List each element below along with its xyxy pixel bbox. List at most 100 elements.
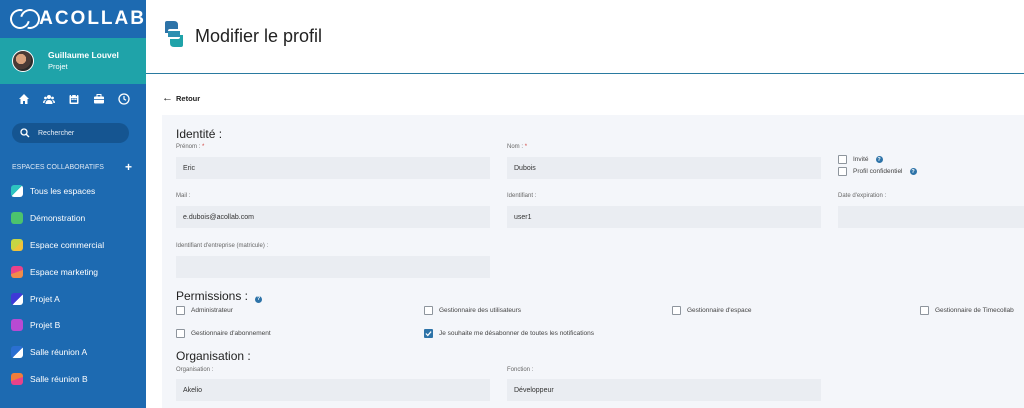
arrow-left-icon: ← [162, 92, 173, 104]
briefcase-icon[interactable] [92, 92, 105, 105]
expiration-field[interactable] [838, 206, 1024, 228]
confidential-label: Profil confidentiel [853, 168, 903, 175]
identifier-label: Identifiant : [507, 193, 537, 199]
function-field[interactable]: Développeur [507, 379, 821, 401]
search-placeholder: Rechercher [38, 129, 75, 137]
identity-section-title: Identité : [176, 127, 223, 141]
mail-field[interactable]: e.dubois@acollab.com [176, 206, 490, 228]
sidebar: ACOLLAB Guillaume Louvel Projet Recherch… [0, 0, 146, 408]
perm-label: Gestionnaire de Timecollab [935, 307, 1014, 314]
users-icon[interactable] [42, 92, 55, 105]
space-icon [11, 185, 23, 198]
brand-name: ACOLLAB [39, 8, 146, 29]
perm-admin-checkbox[interactable]: Administrateur [176, 306, 233, 315]
space-label: Projet A [30, 293, 60, 304]
perm-subscription-checkbox[interactable]: Gestionnaire d'abonnement [176, 329, 271, 338]
perm-label: Je souhaite me désabonner de toutes les … [439, 330, 595, 337]
permissions-section: Permissions :? [176, 289, 263, 303]
calendar-icon[interactable] [67, 92, 80, 105]
checkbox-box[interactable] [176, 306, 185, 315]
avatar [12, 50, 34, 72]
app-logo[interactable]: ACOLLAB [0, 0, 146, 38]
checkbox-box[interactable] [424, 306, 433, 315]
perm-user-manager-checkbox[interactable]: Gestionnaire des utilisateurs [424, 306, 521, 315]
organisation-field[interactable]: Akelio [176, 379, 490, 401]
space-icon [11, 346, 23, 359]
mail-label: Mail : [176, 193, 191, 199]
logo-icon [6, 5, 44, 33]
user-role: Projet [48, 62, 68, 71]
home-icon[interactable] [17, 92, 30, 105]
quick-nav [17, 92, 130, 105]
user-name: Guillaume Louvel [48, 50, 119, 60]
space-icon [11, 319, 23, 332]
back-label: Retour [176, 93, 201, 103]
add-space-button[interactable]: + [125, 160, 132, 174]
organisation-label: Organisation : [176, 367, 214, 373]
checkbox-box[interactable] [672, 306, 681, 315]
company-id-field[interactable] [176, 256, 490, 278]
help-icon[interactable]: ? [875, 156, 883, 163]
perm-label: Gestionnaire d'espace [687, 307, 752, 314]
perm-timecollab-checkbox[interactable]: Gestionnaire de Timecollab [920, 306, 1014, 315]
space-label: Espace commercial [30, 239, 105, 250]
last-name-label: Nom : * [507, 144, 528, 150]
confidential-checkbox[interactable]: Profil confidentiel? [838, 167, 917, 176]
space-item[interactable]: Espace commercial [11, 232, 104, 259]
unsubscribe-notifications-checkbox[interactable]: Je souhaite me désabonner de toutes les … [424, 329, 594, 338]
space-list: Tous les espaces Démonstration Espace co… [11, 178, 104, 392]
permissions-title: Permissions : [176, 289, 249, 303]
check-icon [425, 331, 432, 337]
checkbox-box-checked[interactable] [424, 329, 433, 338]
first-name-field[interactable]: Eric [176, 157, 490, 179]
space-item[interactable]: Salle réunion A [11, 339, 104, 366]
checkbox-box[interactable] [838, 155, 847, 164]
perm-label: Administrateur [191, 307, 233, 314]
last-name-field[interactable]: Dubois [507, 157, 821, 179]
company-id-label: Identifiant d'entreprise (matricule) : [176, 243, 269, 249]
search-input[interactable]: Rechercher [12, 123, 129, 143]
search-icon [20, 128, 30, 138]
space-label: Salle réunion B [30, 373, 88, 384]
space-icon [11, 212, 23, 225]
help-icon[interactable]: ? [255, 295, 263, 303]
checkbox-box[interactable] [920, 306, 929, 315]
space-item[interactable]: Espace marketing [11, 258, 104, 285]
page-header: Modifier le profil [146, 0, 1024, 74]
clock-icon[interactable] [117, 92, 130, 105]
space-item[interactable]: Démonstration [11, 205, 104, 232]
first-name-label: Prénom : * [176, 144, 205, 150]
identifier-field[interactable]: user1 [507, 206, 821, 228]
spaces-heading: ESPACES COLLABORATIFS [12, 163, 104, 171]
app-logo-icon [162, 21, 186, 52]
organisation-section-title: Organisation : [176, 349, 251, 363]
space-label: Tous les espaces [30, 186, 96, 197]
space-label: Salle réunion A [30, 347, 88, 358]
perm-label: Gestionnaire d'abonnement [191, 330, 271, 337]
user-card[interactable]: Guillaume Louvel Projet [0, 38, 146, 84]
perm-space-manager-checkbox[interactable]: Gestionnaire d'espace [672, 306, 751, 315]
guest-checkbox[interactable]: Invité? [838, 155, 883, 164]
perm-label: Gestionnaire des utilisateurs [439, 307, 522, 314]
guest-label: Invité [853, 156, 869, 163]
space-label: Démonstration [30, 213, 86, 224]
space-item[interactable]: Tous les espaces [11, 178, 104, 205]
spaces-header: ESPACES COLLABORATIFS + [12, 160, 132, 174]
page-title: Modifier le profil [195, 26, 323, 46]
space-icon [11, 292, 23, 305]
profile-form: Identité : Prénom : * Eric Nom : * Duboi… [162, 115, 1024, 408]
expiration-label: Date d'expiration : [838, 193, 887, 199]
space-label: Espace marketing [30, 266, 99, 277]
function-label: Fonction : [507, 367, 534, 373]
space-item[interactable]: Salle réunion B [11, 366, 104, 393]
checkbox-box[interactable] [176, 329, 185, 338]
space-item[interactable]: Projet A [11, 285, 104, 312]
space-icon [11, 372, 23, 385]
space-icon [11, 238, 23, 251]
checkbox-box[interactable] [838, 167, 847, 176]
back-button[interactable]: ← Retour [162, 92, 200, 104]
space-label: Projet B [30, 320, 61, 331]
space-item[interactable]: Projet B [11, 312, 104, 339]
help-icon[interactable]: ? [909, 168, 917, 175]
space-icon [11, 265, 23, 278]
